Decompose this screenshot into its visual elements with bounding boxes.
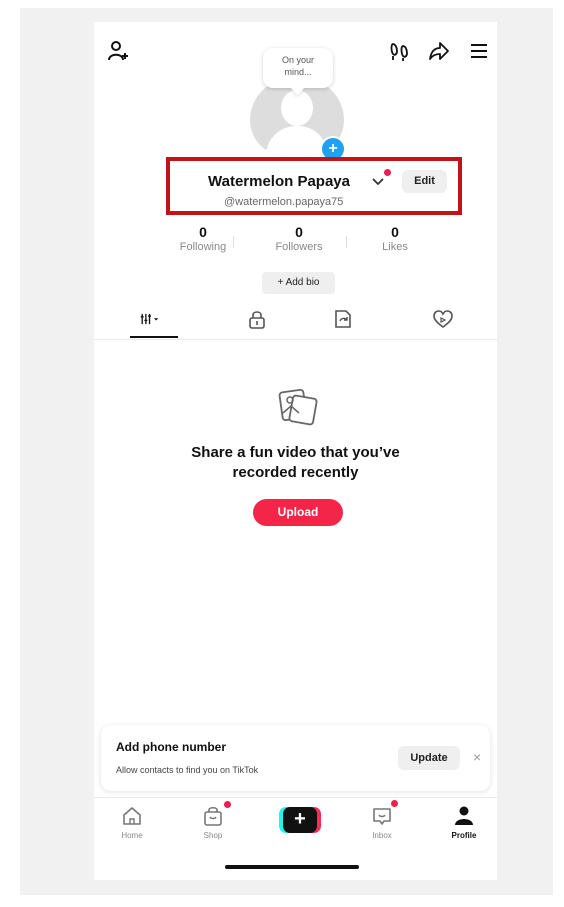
- following-count[interactable]: 0: [173, 224, 233, 240]
- add-bio-button[interactable]: + Add bio: [262, 272, 335, 294]
- lock-icon[interactable]: [246, 308, 268, 330]
- username: @watermelon.papaya75: [224, 196, 344, 208]
- stat-divider: [346, 236, 347, 248]
- add-friend-icon[interactable]: [108, 40, 130, 62]
- likes-count[interactable]: 0: [365, 224, 425, 240]
- nav-divider: [94, 797, 497, 798]
- empty-state-title-line-1: Share a fun video that you’ve: [191, 444, 400, 461]
- followers-count[interactable]: 0: [269, 224, 329, 240]
- nav-home-label[interactable]: Home: [107, 831, 157, 840]
- create-button[interactable]: +: [279, 807, 321, 833]
- add-phone-subtitle: Allow contacts to find you on TikTok: [116, 765, 259, 775]
- inbox-icon[interactable]: [371, 805, 393, 827]
- bubble-line-1: On your: [281, 55, 314, 65]
- empty-state-title: Share a fun video that you’ve recorded r…: [94, 443, 497, 483]
- videos-grid-icon[interactable]: [140, 308, 162, 330]
- chevron-down-icon[interactable]: [371, 177, 385, 187]
- upload-button[interactable]: Upload: [253, 499, 343, 526]
- footprint-icon[interactable]: [389, 40, 411, 62]
- share-icon[interactable]: [428, 40, 450, 62]
- shop-bag-icon[interactable]: [202, 805, 224, 827]
- empty-state-title-line-2: recorded recently: [232, 464, 359, 481]
- nav-inbox-label[interactable]: Inbox: [357, 831, 407, 840]
- create-plus: +: [283, 807, 317, 833]
- inbox-notification-dot: [391, 800, 398, 807]
- photo-stack-icon: [278, 388, 318, 426]
- nav-shop-label[interactable]: Shop: [188, 831, 238, 840]
- shop-notification-dot: [224, 801, 231, 808]
- status-bubble[interactable]: On your mind...: [263, 48, 333, 88]
- edit-profile-button[interactable]: Edit: [402, 170, 447, 193]
- likes-label[interactable]: Likes: [360, 241, 430, 253]
- add-phone-title: Add phone number: [116, 740, 226, 754]
- tabs-divider: [94, 339, 497, 340]
- followers-label[interactable]: Followers: [264, 241, 334, 253]
- nav-profile-label[interactable]: Profile: [439, 831, 489, 840]
- update-button[interactable]: Update: [398, 746, 460, 770]
- close-icon[interactable]: ×: [473, 749, 481, 765]
- active-tab-underline: [130, 336, 178, 338]
- repost-icon[interactable]: [332, 308, 354, 330]
- menu-icon[interactable]: [468, 40, 490, 62]
- liked-videos-icon[interactable]: [432, 308, 454, 330]
- home-icon[interactable]: [121, 805, 143, 827]
- name-notification-dot: [384, 169, 391, 176]
- bubble-line-2: mind...: [284, 67, 312, 77]
- home-indicator: [225, 865, 359, 869]
- profile-icon[interactable]: [453, 805, 475, 827]
- stat-divider: [233, 236, 234, 248]
- display-name: Watermelon Papaya: [208, 173, 350, 190]
- following-label[interactable]: Following: [168, 241, 238, 253]
